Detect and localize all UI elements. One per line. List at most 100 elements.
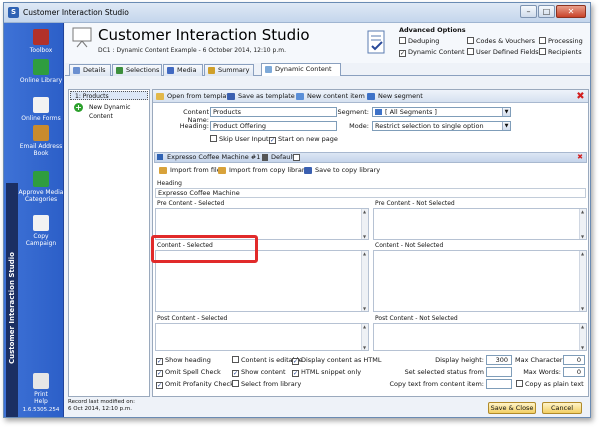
content-list-panel: 1: Products + New Dynamic Content — [68, 89, 150, 397]
sidebar-item-print[interactable]: Print — [18, 373, 64, 398]
easel-logo-icon — [72, 27, 92, 48]
html-snippet-checkbox[interactable]: ✓ HTML snippet only — [292, 368, 361, 377]
close-window-button[interactable]: ✕ — [556, 5, 586, 18]
sidebar-item-online-forms[interactable]: Online Forms — [18, 97, 64, 122]
checkbox[interactable] — [539, 48, 546, 55]
tab-media[interactable]: Media — [163, 64, 203, 76]
option-processing[interactable]: Processing — [539, 37, 583, 45]
save-close-button[interactable]: Save & Close — [488, 402, 536, 414]
save-icon — [227, 93, 235, 100]
display-height-input[interactable]: 300 — [486, 355, 512, 365]
list-item-products[interactable]: 1: Products — [70, 91, 148, 100]
title-bar: S Customer Interaction Studio – □ ✕ — [4, 3, 590, 23]
pre-content-not-selected-editor[interactable] — [373, 208, 587, 240]
max-words-input[interactable]: 0 — [563, 367, 585, 377]
scrollbar[interactable] — [361, 209, 368, 239]
sidebar-item-approve-media-categories[interactable]: Approve Media Categories — [18, 171, 64, 203]
option-user-defined-fields[interactable]: User Defined Fields — [467, 48, 539, 56]
checkbox[interactable]: ✓ — [399, 50, 406, 57]
import-from-copy-library-button[interactable]: Import from copy library — [218, 165, 308, 176]
omit-spell-check-checkbox[interactable]: ✓ Omit Spell Check — [156, 368, 221, 377]
start-new-page-checkbox[interactable]: ✓ Start on new page — [269, 135, 338, 144]
option-codes-vouchers[interactable]: Codes & Vouchers — [467, 37, 535, 45]
option-recipients[interactable]: Recipients — [539, 48, 582, 56]
content-name-input[interactable]: Products — [210, 107, 337, 117]
tab-selections[interactable]: Selections — [112, 64, 162, 76]
checkbox[interactable] — [399, 37, 406, 44]
app-window: S Customer Interaction Studio – □ ✕ Cust… — [3, 2, 591, 418]
list-item-new-dynamic-content[interactable]: New Dynamic Content — [85, 103, 149, 120]
copy-text-input[interactable] — [486, 379, 512, 389]
option-deduping[interactable]: Deduping — [399, 37, 439, 45]
pin-icon — [262, 154, 268, 161]
scrollbar[interactable] — [361, 251, 368, 311]
max-characters-input[interactable]: 0 — [563, 355, 585, 365]
scrollbar[interactable] — [579, 324, 586, 350]
sidebar-item-email-address-book[interactable]: Email Address Book — [18, 125, 64, 157]
scrollbar[interactable] — [579, 209, 586, 239]
minimize-button[interactable]: – — [520, 5, 537, 18]
new-segment-button[interactable]: New segment — [367, 91, 423, 102]
tab-summary[interactable]: Summary — [204, 64, 254, 76]
save-to-copy-library-button[interactable]: Save to copy library — [304, 165, 380, 176]
heading-input[interactable]: Product Offering — [210, 121, 337, 131]
new-item-icon — [296, 93, 304, 100]
option-dynamic-content[interactable]: ✓ Dynamic Content — [399, 48, 465, 57]
skip-user-input-checkbox[interactable]: Skip User Input — [210, 135, 269, 143]
expand-icon[interactable] — [157, 154, 163, 160]
cancel-button[interactable]: Cancel — [542, 402, 582, 414]
app-icon: S — [8, 7, 19, 18]
segment-select[interactable]: [ All Segments ] ▼ — [372, 107, 511, 117]
mode-select[interactable]: Restrict selection to single option ▼ — [372, 121, 511, 131]
pre-content-not-selected-label: Pre Content - Not Selected — [375, 200, 455, 207]
content-item-header: Expresso Coffee Machine #1 Default: ✖ — [154, 152, 587, 163]
set-selected-status-label: Set selected status from — [404, 368, 484, 376]
page-subtitle: DC1 : Dynamic Content Example - 6 Octobe… — [98, 47, 287, 54]
content-not-selected-label: Content - Not Selected — [375, 242, 444, 249]
media-icon — [167, 67, 174, 74]
copy-as-plain-text-checkbox[interactable]: Copy as plain text — [516, 380, 584, 388]
delete-content-icon[interactable]: ✖ — [576, 92, 585, 102]
post-content-not-selected-editor[interactable] — [373, 323, 587, 351]
selected-status-input[interactable] — [486, 367, 512, 377]
forms-icon — [33, 97, 49, 113]
checkbox[interactable] — [539, 37, 546, 44]
select-from-library-checkbox[interactable]: Select from library — [232, 380, 301, 388]
save-icon — [304, 167, 312, 174]
import-from-file-button[interactable]: Import from file — [159, 165, 221, 176]
save-as-template-button[interactable]: Save as template — [227, 91, 295, 102]
scrollbar[interactable] — [579, 251, 586, 311]
details-icon — [73, 67, 80, 74]
content-toolbar: Open from template Save as template New … — [153, 90, 588, 103]
maximize-button[interactable]: □ — [538, 5, 555, 18]
content-not-selected-editor[interactable] — [373, 250, 587, 312]
scrollbar[interactable] — [361, 324, 368, 350]
tab-dynamic-content[interactable]: Dynamic Content — [261, 63, 341, 76]
post-content-selected-editor[interactable] — [155, 323, 369, 351]
copy-text-label: Copy text from content item: — [389, 380, 484, 388]
default-checkbox[interactable] — [293, 154, 300, 161]
post-content-not-selected-label: Post Content - Not Selected — [375, 315, 458, 322]
header: Customer Interaction Studio DC1 : Dynami… — [65, 23, 590, 63]
sidebar-vertical-title: Customer Interaction Studio — [6, 183, 18, 417]
remove-item-icon[interactable]: ✖ — [577, 153, 583, 162]
window-title: Customer Interaction Studio — [23, 8, 129, 17]
pre-content-selected-label: Pre Content - Selected — [157, 200, 225, 207]
checkbox[interactable] — [467, 48, 474, 55]
sidebar-item-copy-campaign[interactable]: Copy Campaign — [18, 215, 64, 247]
checkbox[interactable] — [467, 37, 474, 44]
omit-profanity-check-checkbox[interactable]: ✓ Omit Profanity Check — [156, 380, 234, 389]
max-words-label: Max Words: — [523, 368, 561, 376]
sidebar-item-toolbox[interactable]: Toolbox — [18, 29, 64, 54]
item-heading-input[interactable]: Expresso Coffee Machine — [155, 188, 586, 198]
open-from-template-button[interactable]: Open from template — [156, 91, 233, 102]
print-icon — [33, 373, 49, 389]
sidebar: Customer Interaction Studio Toolbox Onli… — [4, 23, 64, 417]
show-heading-checkbox[interactable]: ✓ Show heading — [156, 356, 211, 365]
display-as-html-checkbox[interactable]: ✓ Display content as HTML — [292, 356, 382, 365]
sidebar-item-online-library[interactable]: Online Library — [18, 59, 64, 84]
new-content-item-button[interactable]: New content item — [296, 91, 365, 102]
tab-details[interactable]: Details — [69, 64, 111, 76]
sidebar-item-help[interactable]: Help — [18, 398, 64, 405]
show-content-checkbox[interactable]: ✓ Show content — [232, 368, 286, 377]
